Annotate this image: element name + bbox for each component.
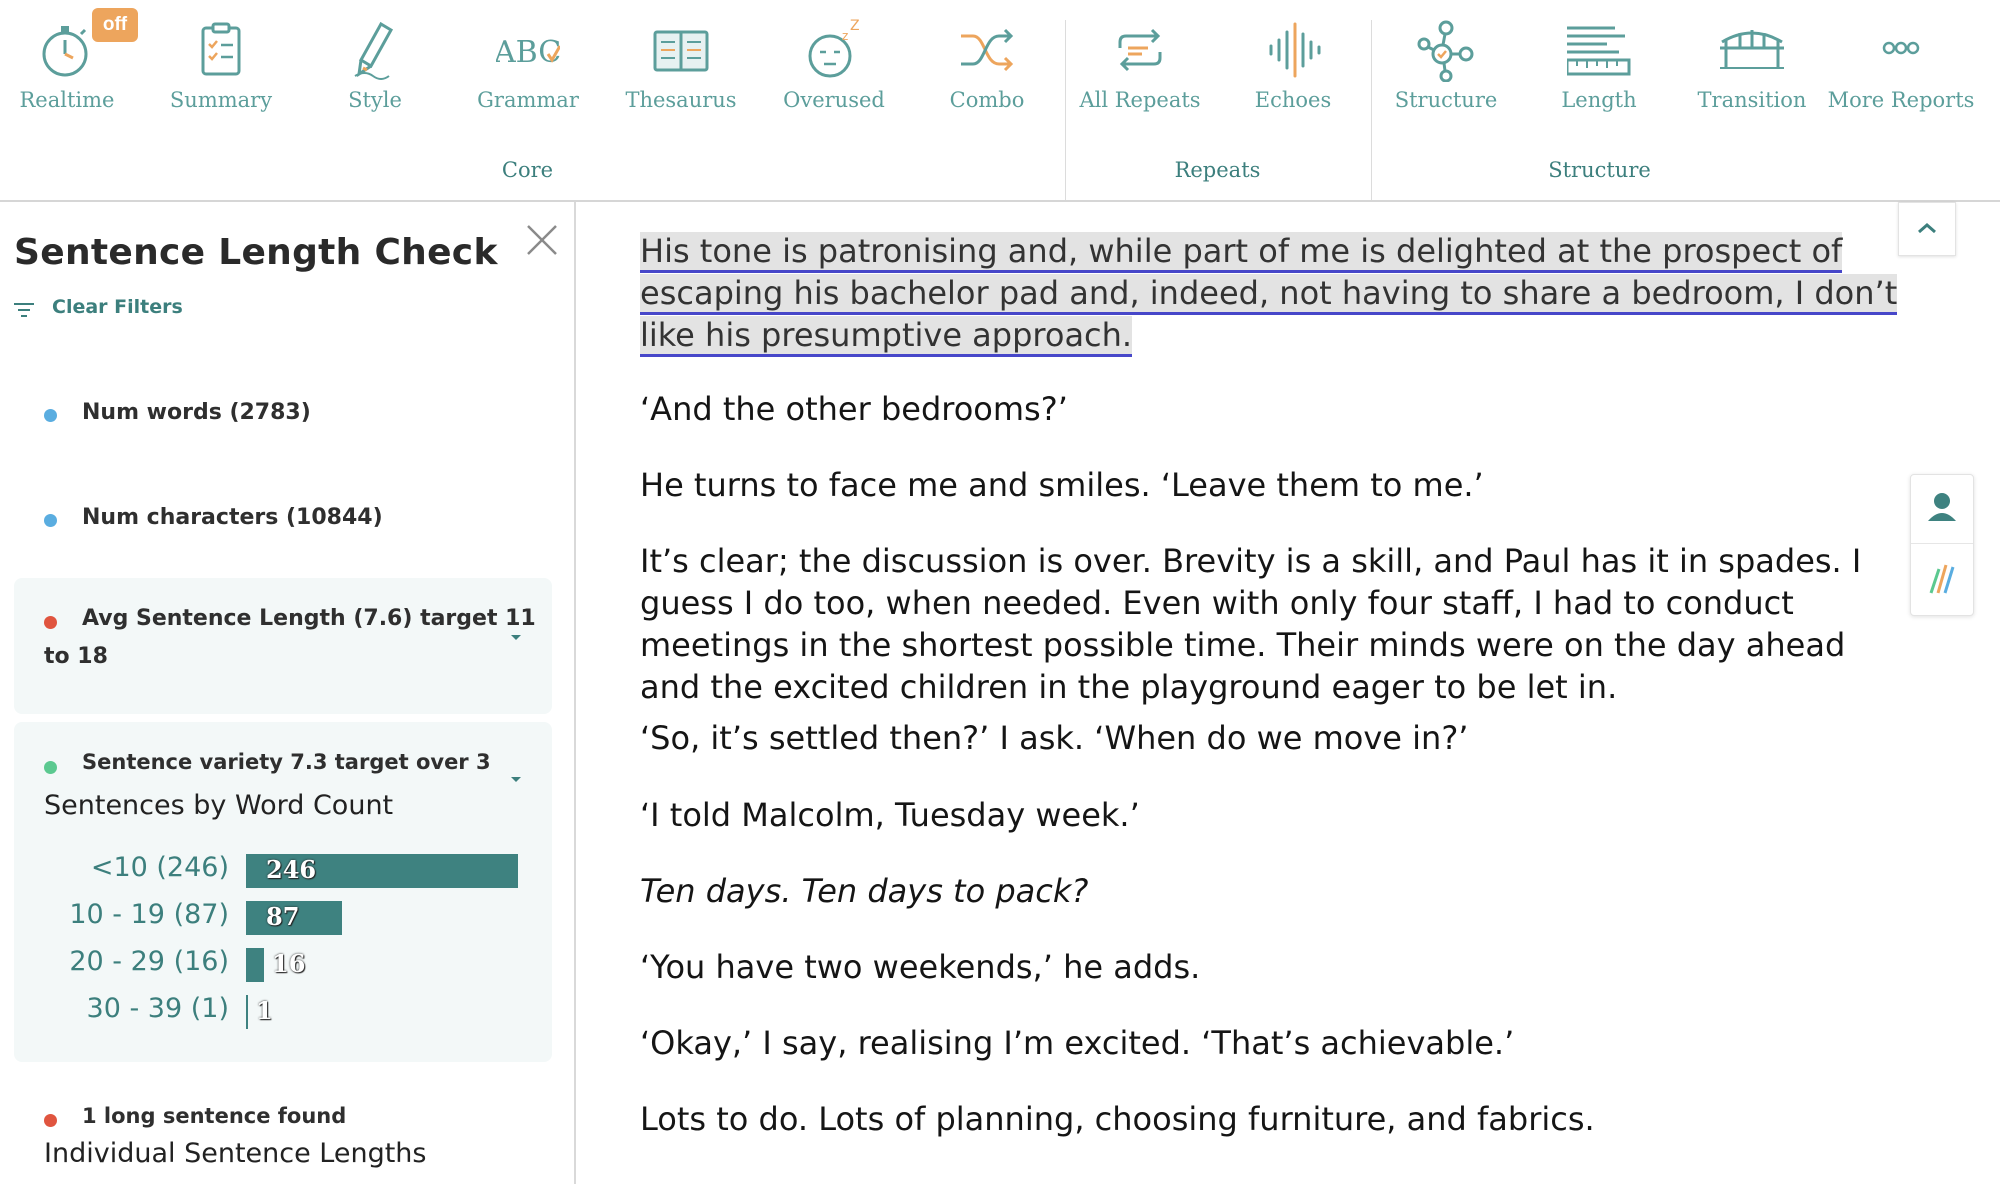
- scroll-to-top-button[interactable]: [1898, 202, 1956, 256]
- chevron-down-icon[interactable]: [508, 774, 524, 784]
- bridge-icon: [1720, 18, 1784, 82]
- toolbar-label: Combo: [949, 88, 1025, 112]
- toolbar-summary[interactable]: Summary: [146, 0, 296, 125]
- realtime-off-badge: off: [92, 8, 138, 42]
- profile-button[interactable]: [1911, 475, 1973, 544]
- toolbar-label: Realtime: [19, 88, 115, 112]
- highlighted-long-sentence[interactable]: His tone is patronising and, while part …: [640, 232, 1898, 357]
- bar-mark: [246, 995, 248, 1029]
- toolbar-label: All Repeats: [1079, 88, 1201, 112]
- nodes-icon: [1414, 18, 1478, 82]
- paragraph[interactable]: It’s clear; the discussion is over. Brev…: [640, 540, 1902, 708]
- toolbar-label: More Reports: [1827, 88, 1975, 112]
- toolbar-grammar[interactable]: ABC Grammar: [453, 0, 603, 125]
- close-icon[interactable]: [524, 222, 560, 258]
- toolbar-thesaurus[interactable]: Thesaurus: [606, 0, 756, 125]
- num-characters: Num characters (10844): [82, 505, 383, 530]
- pencil-icon: [343, 18, 407, 82]
- bar-category-label: 30 - 39 (1): [86, 993, 229, 1024]
- toolbar-label: Transition: [1697, 88, 1807, 112]
- paragraph-italic[interactable]: Ten days. Ten days to pack?: [640, 870, 1902, 912]
- reports-button[interactable]: [1911, 545, 1973, 615]
- report-toolbar: off Realtime Summary Style ABC Grammar T…: [0, 0, 2000, 202]
- sentence-variety: Sentence variety 7.3 target over 3: [82, 750, 491, 774]
- sentences-by-word-count-title: Sentences by Word Count: [44, 790, 394, 821]
- paragraph[interactable]: ‘Okay,’ I say, realising I’m excited. ‘T…: [640, 1022, 1902, 1064]
- avg-sentence-length-target: to 18: [44, 644, 108, 669]
- side-tool-panel: [1910, 474, 1974, 616]
- avg-sentence-length-card[interactable]: Avg Sentence Length (7.6) target 11 to 1…: [14, 578, 552, 714]
- num-words: Num words (2783): [82, 400, 311, 425]
- paragraph[interactable]: ‘You have two weekends,’ he adds.: [640, 946, 1902, 988]
- panel-title: Sentence Length Check: [14, 232, 498, 273]
- bar-category-label: 20 - 29 (16): [69, 946, 229, 977]
- shuffle-icon: [955, 18, 1019, 82]
- warn-status-dot: [44, 616, 57, 629]
- paragraph[interactable]: He turns to face me and smiles. ‘Leave t…: [640, 464, 1902, 506]
- bar-category-label: <10 (246): [90, 852, 229, 883]
- group-label-repeats: Repeats: [1174, 158, 1261, 182]
- bar-value-label: 246: [266, 855, 317, 884]
- toolbar-label: Thesaurus: [625, 88, 737, 112]
- chevron-down-icon[interactable]: [508, 632, 524, 642]
- toolbar-label: Length: [1561, 88, 1637, 112]
- toolbar-label: Summary: [169, 88, 273, 112]
- user-icon: [1928, 493, 1956, 521]
- clipboard-icon: [189, 18, 253, 82]
- toolbar-label: Grammar: [477, 88, 579, 112]
- paragraph[interactable]: ‘And the other bedrooms?’: [640, 388, 1902, 430]
- more-dots-icon: [1869, 18, 1933, 82]
- chevron-up-icon: [1918, 223, 1936, 234]
- toolbar-label: Overused: [783, 88, 885, 112]
- toolbar-more-reports[interactable]: More Reports: [1826, 0, 1976, 125]
- clear-filters-label: Clear Filters: [52, 296, 183, 318]
- toolbar-label: Echoes: [1254, 88, 1332, 112]
- long-sentences-found: 1 long sentence found: [82, 1104, 347, 1128]
- stopwatch-icon: [35, 18, 99, 82]
- bar-mark: [246, 948, 264, 982]
- book-icon: [649, 18, 713, 82]
- toolbar-style[interactable]: Style: [300, 0, 450, 125]
- document-editor[interactable]: His tone is patronising and, while part …: [576, 202, 2000, 1184]
- toolbar-overused[interactable]: zZ Overused: [759, 0, 909, 125]
- toolbar-structure[interactable]: Structure: [1371, 0, 1521, 125]
- info-status-dot: [44, 514, 57, 527]
- color-bars-icon: [1929, 564, 1955, 594]
- filter-icon: [14, 303, 34, 317]
- toolbar-realtime[interactable]: off Realtime: [0, 0, 142, 125]
- sentence-variety-card: Sentence variety 7.3 target over 3 Sente…: [14, 722, 552, 1062]
- toolbar-length[interactable]: Length: [1524, 0, 1674, 125]
- bar-value-label: 87: [266, 902, 300, 931]
- toolbar-transition[interactable]: Transition: [1677, 0, 1827, 125]
- sleepy-face-icon: zZ: [802, 18, 866, 82]
- paragraph-highlighted[interactable]: His tone is patronising and, while part …: [640, 230, 1902, 357]
- bar-value-label: 1: [256, 996, 273, 1025]
- info-status-dot: [44, 409, 57, 422]
- ok-status-dot: [44, 761, 57, 774]
- group-label-core: Core: [501, 158, 554, 182]
- toolbar-combo[interactable]: Combo: [912, 0, 1062, 125]
- ruler-lines-icon: [1567, 18, 1631, 82]
- repeat-arrows-icon: [1108, 18, 1172, 82]
- soundwave-icon: [1261, 18, 1325, 82]
- individual-sentence-lengths-title: Individual Sentence Lengths: [44, 1138, 427, 1169]
- svg-text:z: z: [842, 29, 848, 43]
- paragraph[interactable]: ‘So, it’s settled then?’ I ask. ‘When do…: [640, 717, 1902, 759]
- toolbar-echoes[interactable]: Echoes: [1218, 0, 1368, 125]
- paragraph[interactable]: Lots to do. Lots of planning, choosing f…: [640, 1098, 1902, 1140]
- avg-sentence-length: Avg Sentence Length (7.6) target 11: [82, 606, 536, 631]
- warn-status-dot: [44, 1114, 57, 1127]
- bar-value-label: 16: [272, 949, 306, 978]
- abc-check-icon: ABC: [496, 18, 560, 82]
- sentence-length-panel: Sentence Length Check Clear Filters Num …: [0, 202, 576, 1184]
- paragraph[interactable]: ‘I told Malcolm, Tuesday week.’: [640, 794, 1902, 836]
- bar-category-label: 10 - 19 (87): [69, 899, 229, 930]
- toolbar-label: Style: [348, 88, 402, 112]
- toolbar-label: Structure: [1394, 88, 1498, 112]
- svg-text:Z: Z: [850, 18, 860, 34]
- toolbar-all-repeats[interactable]: All Repeats: [1065, 0, 1215, 125]
- svg-text:ABC: ABC: [496, 35, 560, 70]
- group-label-structure: Structure: [1548, 158, 1651, 182]
